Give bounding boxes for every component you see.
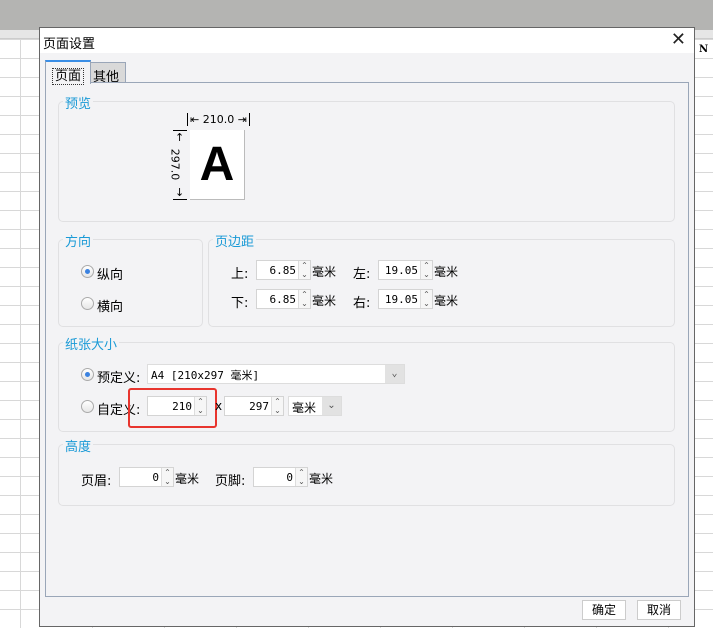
preset-value: A4 [210x297 毫米] — [151, 369, 260, 382]
unit-label: 毫米 — [312, 294, 337, 308]
spin-arrows-icon: ⌃ ⌄ — [271, 397, 283, 415]
portrait-label[interactable]: 纵向 — [97, 264, 123, 283]
unit-label: 毫米 — [175, 472, 200, 486]
height-label: 高度 — [63, 436, 94, 455]
spin-arrows-icon: ⌃ ⌄ — [298, 290, 310, 308]
app-toolbar-area — [0, 0, 713, 30]
footer-input[interactable]: 0 ⌃ ⌄ — [253, 467, 308, 487]
preview-height: ↑ 297.0 ↓ — [168, 130, 187, 200]
tab-page[interactable]: 页面 — [45, 60, 92, 85]
preset-label[interactable]: 预定义: — [97, 367, 140, 386]
spin-arrows-icon: ⌃ ⌄ — [161, 468, 173, 486]
preview-width-value: 210.0 — [202, 113, 235, 126]
tab-page-label: 页面 — [52, 68, 85, 85]
right-margin-input[interactable]: 19.05 ⌃ ⌄ — [378, 289, 433, 309]
page-setup-dialog: 页面设置 ✕ 页面 其他 预览 ⇤ 210.0 ⇥ A ↑ 297.0 ↓ 方向… — [39, 27, 695, 627]
unit-label: 毫米 — [434, 294, 459, 308]
dialog-title: 页面设置 — [43, 37, 96, 52]
portrait-radio[interactable] — [81, 265, 94, 278]
top-margin-input[interactable]: 6.85 ⌃ ⌄ — [256, 260, 311, 280]
custom-unit-select[interactable]: 毫米 ⌄ — [288, 396, 342, 416]
preset-paper-select[interactable]: A4 [210x297 毫米] ⌄ — [147, 364, 405, 384]
left-margin-label: 左: — [353, 267, 371, 282]
margins-group: 页边距 上: 6.85 ⌃ ⌄ 毫米 左: 19.05 ⌃ ⌄ 毫米 下: 6.85 ⌃ ⌄… — [208, 231, 675, 327]
preview-page: A — [190, 130, 245, 200]
ok-button[interactable]: 确定 — [582, 600, 626, 620]
paper-size-label: 纸张大小 — [63, 334, 120, 353]
landscape-radio[interactable] — [81, 297, 94, 310]
bottom-margin-input[interactable]: 6.85 ⌃ ⌄ — [256, 289, 311, 309]
header-label: 页眉: — [81, 474, 112, 489]
orientation-label: 方向 — [63, 231, 94, 250]
custom-unit-value: 毫米 — [292, 401, 317, 415]
spin-arrows-icon: ⌃ ⌄ — [420, 261, 432, 279]
left-margin-input[interactable]: 19.05 ⌃ ⌄ — [378, 260, 433, 280]
custom-height-input[interactable]: 297 ⌃ ⌄ — [224, 396, 284, 416]
height-group: 高度 页眉: 0 ⌃ ⌄ 毫米 页脚: 0 ⌃ ⌄ 毫米 — [58, 436, 675, 506]
header-input[interactable]: 0 ⌃ ⌄ — [119, 467, 174, 487]
unit-label: 毫米 — [309, 472, 334, 486]
chevron-down-icon: ⌄ — [385, 365, 404, 383]
spin-arrows-icon: ⌃ ⌄ — [420, 290, 432, 308]
preview-label: 预览 — [63, 93, 94, 112]
tab-other[interactable]: 其他 — [86, 62, 127, 85]
unit-label: 毫米 — [434, 265, 459, 279]
highlight-box — [128, 388, 217, 428]
cancel-button[interactable]: 取消 — [637, 600, 681, 620]
column-header-n[interactable]: N — [699, 44, 708, 55]
spin-arrows-icon: ⌃ ⌄ — [295, 468, 307, 486]
unit-label: 毫米 — [312, 265, 337, 279]
paper-size-group: 纸张大小 预定义: A4 [210x297 毫米] ⌄ 自定义: 210 ⌃ ⌄ x … — [58, 334, 675, 432]
margins-label: 页边距 — [213, 231, 257, 250]
footer-label: 页脚: — [215, 474, 246, 489]
preset-radio[interactable] — [81, 368, 94, 381]
bottom-margin-label: 下: — [231, 296, 249, 311]
orientation-group: 方向 纵向 横向 — [58, 231, 203, 327]
top-margin-label: 上: — [231, 267, 249, 282]
right-margin-label: 右: — [353, 296, 371, 311]
preview-group: 预览 ⇤ 210.0 ⇥ A ↑ 297.0 ↓ — [58, 93, 675, 222]
preview-height-value: 297.0 — [168, 148, 182, 181]
custom-radio[interactable] — [81, 400, 94, 413]
close-icon[interactable]: ✕ — [671, 29, 686, 50]
chevron-down-icon: ⌄ — [322, 397, 341, 415]
preview-width: ⇤ 210.0 ⇥ — [187, 113, 250, 126]
spin-arrows-icon: ⌃ ⌄ — [298, 261, 310, 279]
tab-panel: 预览 ⇤ 210.0 ⇥ A ↑ 297.0 ↓ 方向 纵向 横向 页边距 上:… — [45, 82, 689, 597]
size-separator: x — [215, 399, 223, 413]
title-bar: 页面设置 ✕ — [40, 28, 694, 53]
landscape-label[interactable]: 横向 — [97, 296, 123, 315]
